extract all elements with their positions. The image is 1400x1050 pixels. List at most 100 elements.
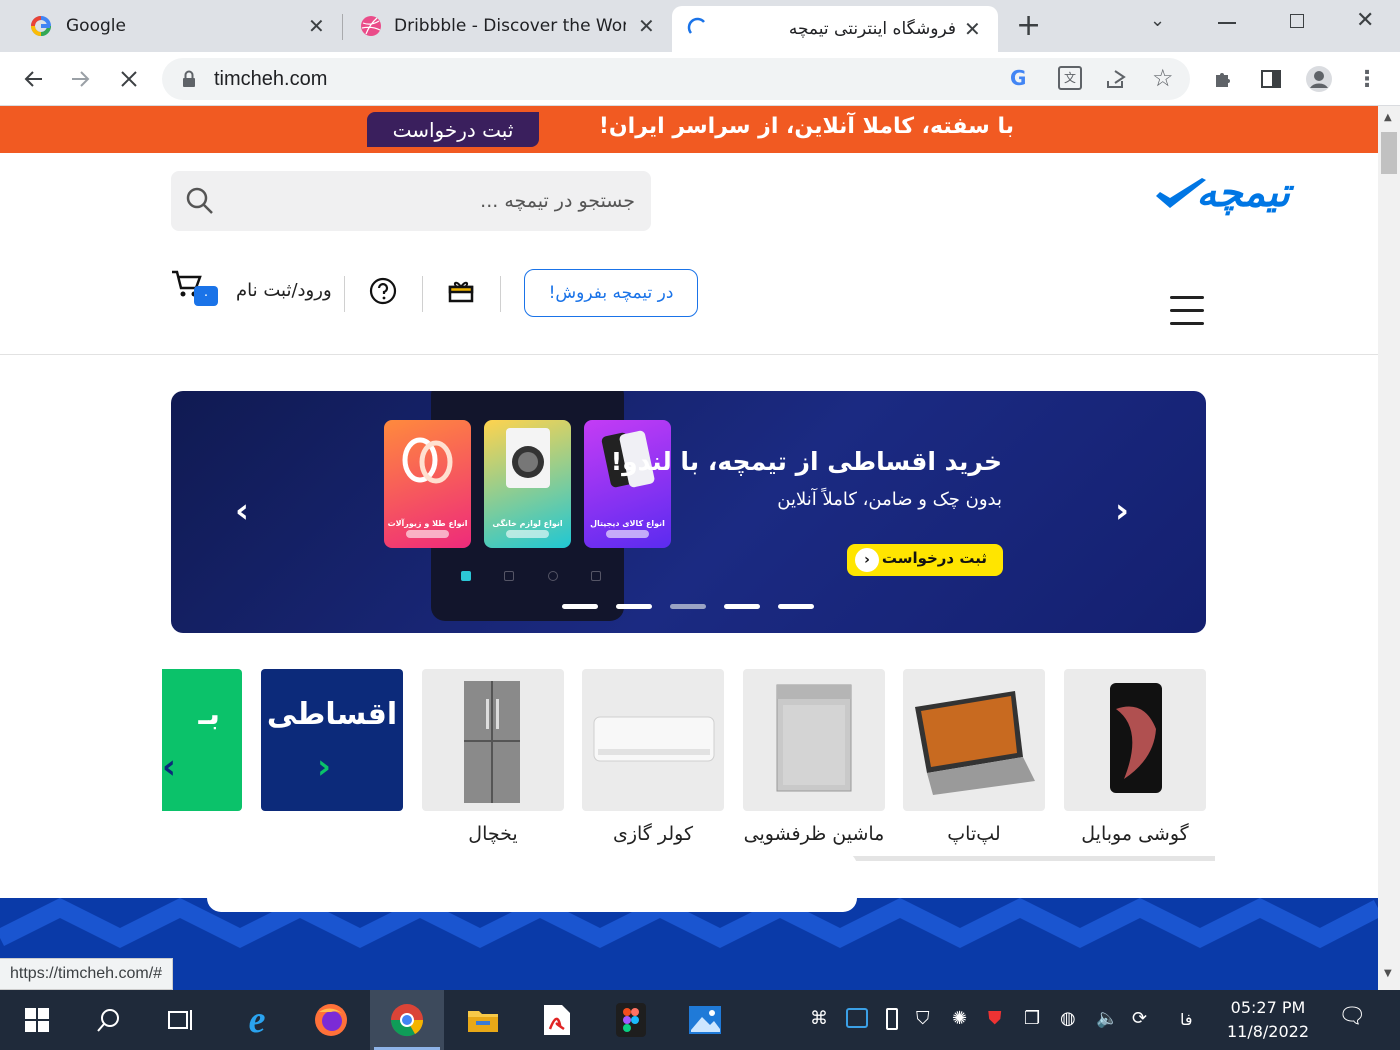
tab-title: Google [66, 16, 126, 36]
firefox-icon[interactable] [294, 990, 368, 1050]
tab-google[interactable]: Google ✕ [18, 6, 338, 46]
banner-card-jewelry[interactable]: انواع طلا و زیورآلات [384, 420, 471, 548]
windows-start-icon[interactable] [0, 990, 74, 1050]
banner-title: خرید اقساطی از تیمچه، با لندو! [610, 447, 1002, 476]
banner-card-digital[interactable]: انواع کالای دیجیتال [584, 420, 671, 548]
refrigerator-icon [464, 681, 520, 803]
category-dishwasher[interactable] [743, 669, 885, 811]
close-tab-icon[interactable]: ✕ [638, 14, 655, 38]
slide-dot-active[interactable] [670, 604, 706, 609]
internet-explorer-icon[interactable]: e [220, 990, 294, 1050]
promo-tile-installments[interactable]: اقساطی › [261, 669, 403, 811]
photos-icon[interactable] [668, 990, 742, 1050]
scrollbar-thumb[interactable] [1381, 132, 1397, 174]
globe-network-tray-icon[interactable]: ◍ [1060, 1008, 1076, 1029]
card-pill [506, 530, 549, 538]
file-explorer-icon[interactable] [446, 990, 520, 1050]
new-tab-button[interactable]: + [1016, 8, 1041, 43]
timcheh-logo[interactable] [1030, 168, 1210, 230]
profile-avatar-icon[interactable] [1304, 64, 1334, 94]
tab-dribbble[interactable]: Dribbble - Discover the World ✕ [346, 6, 668, 46]
tab-title: فروشگاه اینترنتی تیمچه [788, 19, 956, 39]
slide-dot[interactable] [562, 604, 598, 609]
sync-alert-tray-icon[interactable]: ⟳ [1132, 1008, 1147, 1029]
rings-icon [402, 437, 453, 484]
figma-icon[interactable] [594, 990, 668, 1050]
logo-text: تیمچه [1196, 170, 1291, 216]
divider [344, 276, 345, 312]
task-view-icon[interactable] [144, 990, 218, 1050]
search-icon[interactable] [185, 186, 215, 216]
category-label[interactable]: یخچال [398, 823, 588, 845]
network-adapter-tray-icon[interactable] [846, 1008, 868, 1028]
extensions-puzzle-icon[interactable] [1208, 64, 1238, 94]
windows-taskbar: e ⌘ ⛉ ✺ ⛊ ❐ ◍ 🔈 ⟳ فا 05:27 PM 11/8/2022 … [0, 990, 1400, 1050]
satellite-tray-icon[interactable]: ✺ [952, 1008, 967, 1029]
chrome-taskbar-icon[interactable] [370, 990, 444, 1050]
scroll-down-icon[interactable]: ▼ [1384, 968, 1392, 979]
back-arrow-icon[interactable] [18, 64, 48, 94]
card-pill [606, 530, 649, 538]
chrome-menu-icon[interactable]: ⋮ [1352, 64, 1382, 94]
forward-arrow-icon[interactable] [66, 64, 96, 94]
banner-card-appliances[interactable]: انواع لوازم خانگی [484, 420, 571, 548]
windows-copy-tray-icon[interactable]: ❐ [1024, 1008, 1040, 1029]
chevron-left-icon: ‹ [855, 548, 879, 572]
close-tab-icon[interactable]: ✕ [964, 17, 981, 41]
banner-next-chevron-icon[interactable]: › [1115, 491, 1129, 531]
address-bar[interactable]: timcheh.com G 文 ☆ [162, 58, 1190, 100]
translate-icon[interactable]: 文 [1058, 66, 1082, 90]
clock-date: 11/8/2022 [1226, 1022, 1310, 1041]
laptop-icon [915, 691, 1035, 795]
dishwasher-icon [776, 684, 852, 792]
banner-register-button[interactable]: ثبت درخواست ‹ [847, 544, 1003, 576]
login-register-link[interactable]: ورود/ثبت نام [236, 280, 332, 301]
promo-bar[interactable]: با سفته، کاملا آنلاین، از سراسر ایران! ث… [0, 106, 1378, 153]
notifications-icon[interactable]: 🗨 [1338, 1004, 1366, 1029]
search-box[interactable] [171, 171, 651, 231]
close-tab-icon[interactable]: ✕ [308, 14, 325, 38]
usb-drive-tray-icon[interactable] [886, 1008, 898, 1030]
security-shield-tray-icon[interactable]: ⛉ [916, 1008, 930, 1029]
volume-speaker-icon[interactable]: 🔈 [1096, 1008, 1118, 1029]
minimize-icon[interactable] [1218, 22, 1236, 24]
card-caption: انواع لوازم خانگی [492, 519, 563, 528]
banner-prev-chevron-icon[interactable]: ‹ [235, 491, 249, 531]
help-question-icon[interactable] [369, 277, 397, 305]
slide-dot[interactable] [724, 604, 760, 609]
search-input[interactable] [235, 187, 635, 215]
category-mobile[interactable] [1064, 669, 1206, 811]
google-favicon-icon [31, 16, 51, 36]
taskbar-clock[interactable]: 05:27 PM 11/8/2022 [1218, 996, 1318, 1044]
bottom-white-card [207, 852, 857, 912]
promo-register-button[interactable]: ثبت درخواست [367, 112, 539, 147]
google-lens-icon[interactable]: G [1010, 66, 1026, 90]
category-air-conditioner[interactable] [582, 669, 724, 811]
share-icon[interactable] [1104, 67, 1128, 91]
acrobat-pdf-icon[interactable] [520, 990, 594, 1050]
tab-search-chevron-icon[interactable]: ⌄ [1150, 10, 1165, 31]
category-refrigerator[interactable] [422, 669, 564, 811]
page-scrollbar[interactable]: ▲ ▼ [1378, 106, 1400, 990]
sell-on-timcheh-button[interactable]: در تیمچه بفروش! [524, 269, 698, 317]
flow-tray-icon[interactable]: ⌘ [810, 1008, 828, 1029]
promo-tile-text: اقساطی [266, 697, 398, 732]
hamburger-menu-icon[interactable] [1170, 296, 1204, 328]
tab-timcheh-active[interactable]: فروشگاه اینترنتی تیمچه ✕ [672, 6, 998, 52]
carousel-mask [0, 666, 162, 816]
gift-icon[interactable] [448, 278, 474, 304]
slide-dot[interactable] [778, 604, 814, 609]
bookmark-star-icon[interactable]: ☆ [1152, 64, 1174, 92]
slide-dot[interactable] [616, 604, 652, 609]
close-window-icon[interactable]: ✕ [1356, 8, 1374, 33]
input-language-indicator[interactable]: فا [1180, 1010, 1193, 1029]
hero-banner[interactable]: انواع طلا و زیورآلات انواع لوازم خانگی ا… [171, 391, 1206, 633]
antivirus-shield-tray-icon[interactable]: ⛊ [988, 1008, 1002, 1029]
scroll-up-icon[interactable]: ▲ [1384, 112, 1392, 123]
side-panel-icon[interactable] [1256, 64, 1286, 94]
search-icon[interactable] [72, 990, 146, 1050]
banner-subtitle: بدون چک و ضامن، کاملاً آنلاین [777, 489, 1002, 510]
stop-loading-icon[interactable] [114, 64, 144, 94]
restore-icon[interactable] [1290, 14, 1304, 28]
category-laptop[interactable] [903, 669, 1045, 811]
